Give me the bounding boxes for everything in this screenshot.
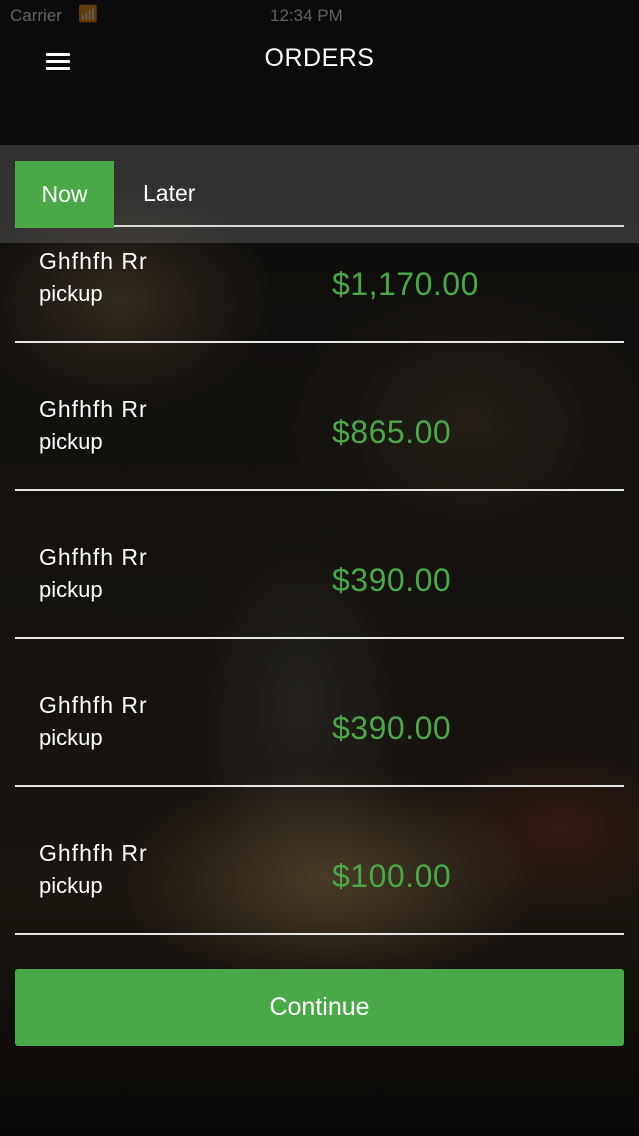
order-customer-name: Ghfhfh Rr <box>39 248 148 274</box>
carrier-label: Carrier <box>10 6 62 25</box>
continue-button[interactable]: Continue <box>15 969 624 1046</box>
order-amount: $390.00 <box>332 710 452 746</box>
order-row[interactable]: Ghfhfh Rr pickup $1,170.00 <box>15 243 624 343</box>
order-type: pickup <box>39 281 103 306</box>
order-customer-name: Ghfhfh Rr <box>39 544 148 570</box>
tab-now[interactable]: Now <box>15 161 114 228</box>
order-type: pickup <box>39 725 103 750</box>
order-customer-name: Ghfhfh Rr <box>39 692 148 718</box>
order-amount: $390.00 <box>332 562 452 598</box>
order-amount: $100.00 <box>332 858 452 894</box>
order-row[interactable]: Ghfhfh Rr pickup $390.00 <box>15 491 624 639</box>
order-customer-name: Ghfhfh Rr <box>39 396 148 422</box>
wifi-icon: 📶 <box>78 6 98 23</box>
order-customer-name: Ghfhfh Rr <box>39 840 148 866</box>
order-row[interactable]: Ghfhfh Rr pickup $390.00 <box>15 639 624 787</box>
order-amount: $1,170.00 <box>332 266 479 302</box>
page-title: ORDERS <box>264 44 375 72</box>
tab-later[interactable]: Later <box>114 161 624 227</box>
order-row[interactable]: Ghfhfh Rr pickup $865.00 <box>15 343 624 491</box>
status-bar: Carrier 📶 12:34 PM <box>0 0 639 34</box>
order-type: pickup <box>39 873 103 898</box>
order-type: pickup <box>39 429 103 454</box>
navigation-bar: ORDERS <box>0 34 639 90</box>
time-segment-control: Now Later <box>0 145 639 243</box>
order-amount: $865.00 <box>332 414 452 450</box>
orders-list[interactable]: Ghfhfh Rr pickup $1,170.00 Ghfhfh Rr pic… <box>15 243 624 943</box>
status-time: 12:34 PM <box>270 6 343 25</box>
order-row[interactable]: Ghfhfh Rr pickup $100.00 <box>15 787 624 935</box>
order-type: pickup <box>39 577 103 602</box>
